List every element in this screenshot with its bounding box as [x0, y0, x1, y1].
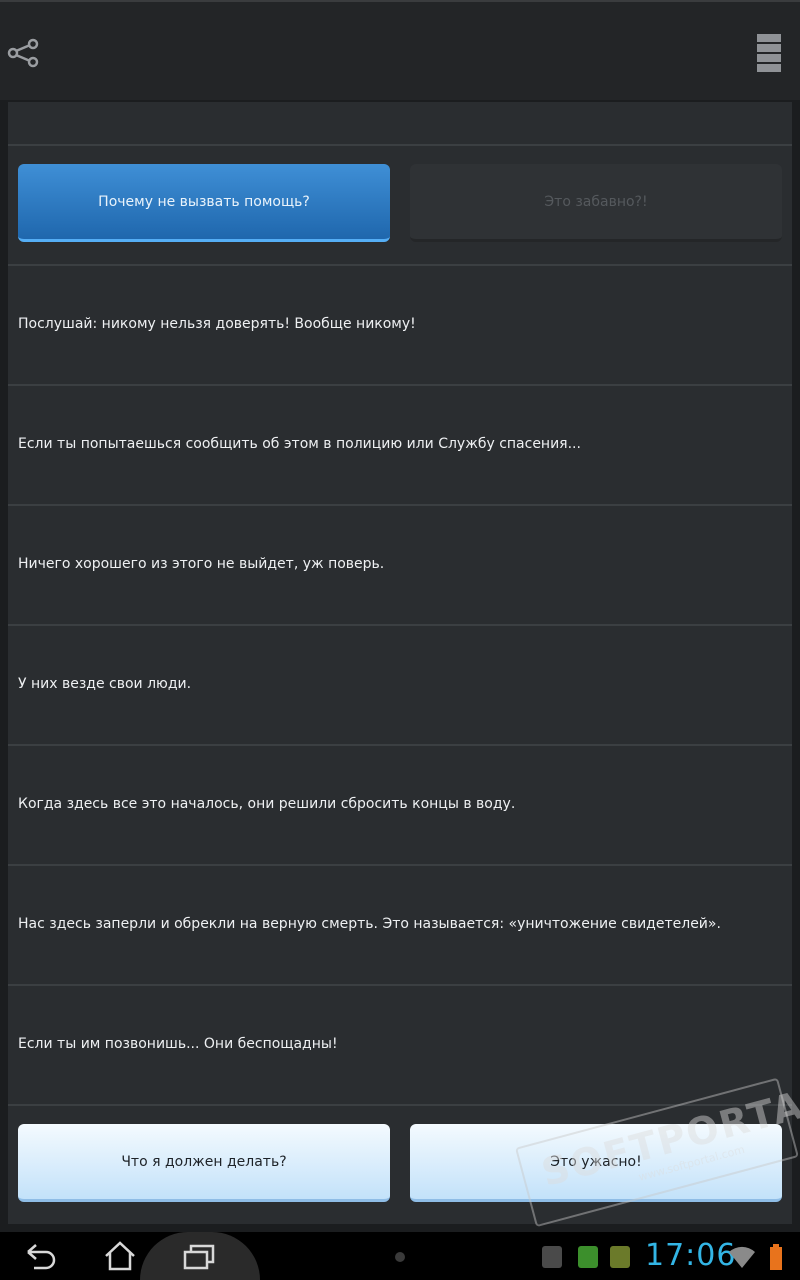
share-icon[interactable] [6, 38, 40, 68]
notification-icon [542, 1246, 562, 1268]
wifi-icon [729, 1246, 755, 1268]
message-line: У них везде свои люди. [18, 676, 192, 692]
divider [8, 144, 792, 146]
what-should-i-do-button[interactable]: Что я должен делать? [18, 1124, 390, 1202]
dialogue-panel: Почему не вызвать помощь? Это забавно?! … [8, 102, 792, 1224]
message-line: Послушай: никому нельзя доверять! Вообще… [18, 316, 416, 332]
divider [8, 624, 792, 626]
recent-apps-icon[interactable] [182, 1242, 218, 1272]
menu-icon[interactable] [757, 34, 781, 72]
why-not-call-help-button[interactable]: Почему не вызвать помощь? [18, 164, 390, 242]
battery-icon [770, 1244, 782, 1270]
divider [8, 864, 792, 866]
this-is-terrible-button[interactable]: Это ужасно! [410, 1124, 782, 1202]
error-notification-icon [610, 1246, 630, 1268]
status-clock: 17:06 [645, 1238, 737, 1273]
divider [8, 384, 792, 386]
system-navigation-bar: 17:06 [0, 1232, 800, 1280]
is-it-funny-button[interactable]: Это забавно?! [410, 164, 782, 242]
menu-dot-icon[interactable] [395, 1252, 405, 1262]
back-icon[interactable] [22, 1242, 58, 1272]
action-bar [0, 0, 800, 100]
divider [8, 984, 792, 986]
divider [8, 1104, 792, 1106]
message-line: Когда здесь все это началось, они решили… [18, 796, 516, 812]
top-strip [8, 102, 792, 144]
message-line: Если ты им позвонишь... Они беспощадны! [18, 1036, 338, 1052]
divider [8, 504, 792, 506]
divider [8, 744, 792, 746]
message-line: Нас здесь заперли и обрекли на верную см… [18, 916, 721, 932]
divider [8, 264, 792, 266]
home-icon[interactable] [102, 1240, 138, 1272]
android-notification-icon [578, 1246, 598, 1268]
message-line: Если ты попытаешься сообщить об этом в п… [18, 436, 581, 452]
message-line: Ничего хорошего из этого не выйдет, уж п… [18, 556, 385, 572]
